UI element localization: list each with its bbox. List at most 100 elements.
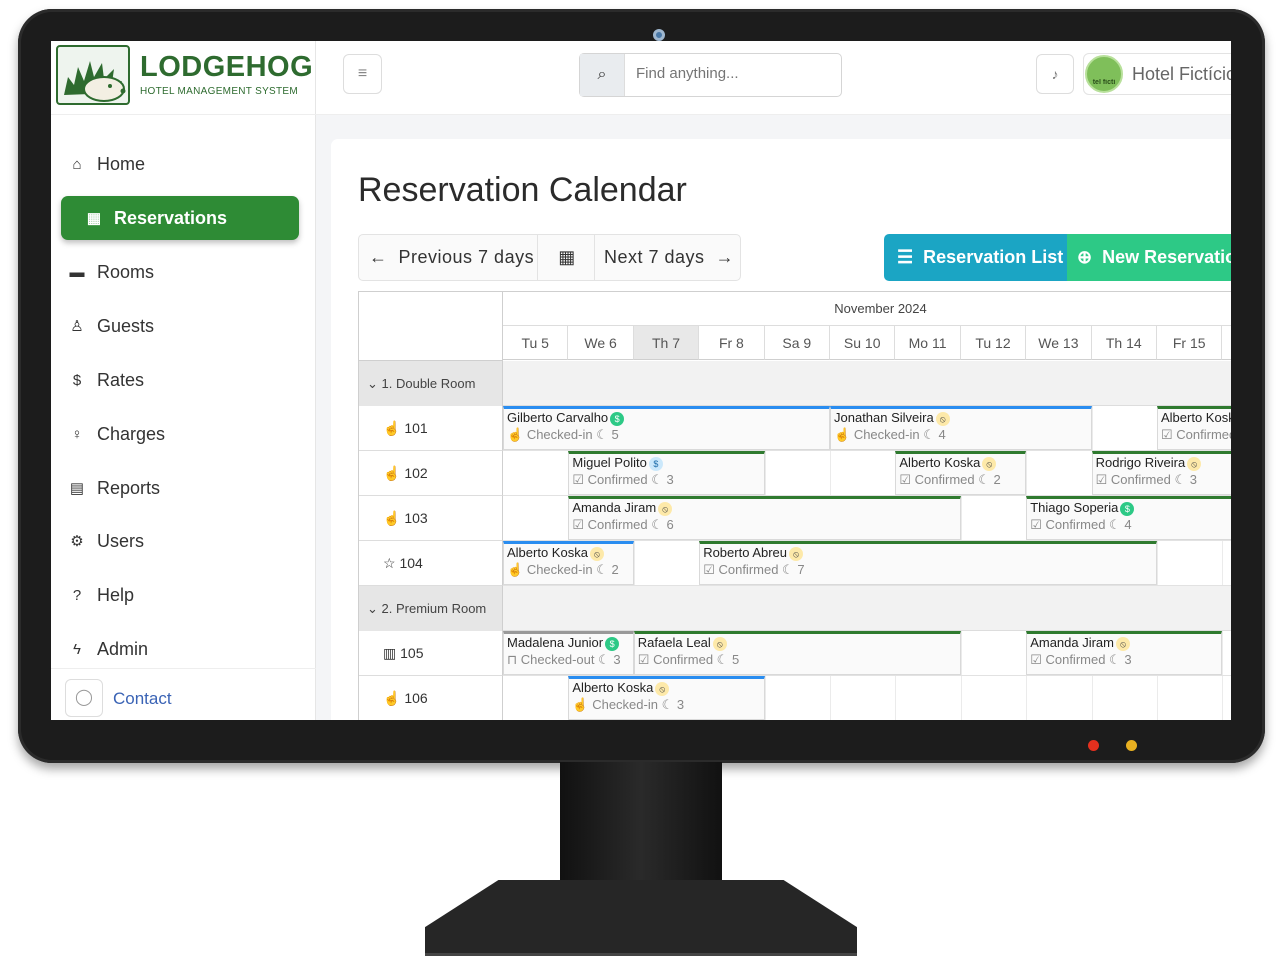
reservation-status: ☑ Confirmed ☾ 2 [899,472,1022,488]
sidebar-item-reservations[interactable]: ▦ Reservations [61,196,299,240]
reservation-block[interactable]: Alberto Koska ⦸ ☝ Checked-in ☾ 3 [568,676,765,720]
guest-name: Rodrigo Riveira [1095,455,1186,470]
guest-name: Jonathan Silveira [834,410,934,425]
day-header[interactable]: We 6 [568,326,634,360]
guest-name: Amanda Jiram [1030,635,1114,650]
search-input[interactable] [636,65,831,82]
new-reservation-button[interactable]: ⊕ New Reservation [1067,234,1231,281]
bed-icon: ▬ [69,263,85,281]
sidebar-item-help[interactable]: ? Help [61,573,299,617]
gear-icon: ⚙ [70,533,84,550]
room-number: 104 [399,555,423,571]
search-icon[interactable]: ⌕ [580,54,625,96]
sidebar-item-label: Reservations [114,207,228,228]
day-header[interactable]: Fr 8 [699,326,765,360]
reservation-block[interactable]: Alberto Koska⦸☑ Confirmed ☾ 2 [1157,406,1231,450]
day-header[interactable]: Tu 12 [960,326,1027,360]
hand-icon: ☝ [572,696,593,712]
sidebar-item-label: Charges [97,423,166,444]
reservation-list-button[interactable]: ☰ Reservation List [884,234,1067,281]
day-header[interactable]: Sa 16 [1222,326,1231,360]
hotel-switcher[interactable]: tel ficti Hotel Fictício [1083,53,1231,95]
reservation-block[interactable]: Gilberto Carvalho $ ☝ Checked-in ☾ 5 [503,406,830,450]
room-label[interactable]: ☝ 103 [359,496,503,541]
day-header[interactable]: Mo 11 [895,326,961,360]
payment-unpaid-icon: ⦸ [935,411,950,426]
room-label[interactable]: ☝ 106 [359,676,503,720]
room-label[interactable]: ☆ 104 [359,541,503,586]
bell-icon[interactable]: ♪ [1036,54,1074,94]
status-text: Confirmed [1045,651,1110,667]
room-label[interactable]: ☝ 102 [359,451,503,496]
reservation-block[interactable]: Roberto Abreu ⦸ ☑ Confirmed ☾ 7 [699,541,1157,585]
reservation-block[interactable]: Rafaela Leal ⦸ ☑ Confirmed ☾ 5 [633,631,961,675]
sidebar-item-charges[interactable]: ♀ Charges [61,412,299,456]
sidebar-item-admin[interactable]: ϟ Admin [61,627,299,671]
contact-link[interactable]: ◯ Contact [51,668,316,720]
nights-count: 4 [938,426,946,442]
guest-name: Alberto Koska [1161,410,1231,425]
hand-icon: ☝ [383,420,405,436]
nights-count: 3 [613,651,621,667]
sidebar-item-rooms[interactable]: ▬ Rooms [61,250,299,294]
sidebar-item-label: Reports [97,477,161,498]
hand-icon: ☝ [383,510,405,526]
guest-name: Alberto Koska [507,545,588,560]
reservation-block[interactable]: Rodrigo Riveira ⦸ ☑ Confirmed ☾ 3 [1091,451,1231,495]
day-header[interactable]: Th 7 [633,326,700,360]
logo[interactable]: LODGEHOG HOTEL MANAGEMENT SYSTEM [51,41,316,115]
room-label[interactable]: ☝ 101 [359,406,503,451]
room-group-row[interactable]: ⌄ 1. Double Room [359,361,1231,406]
reservation-block[interactable]: Amanda Jiram ⦸ ☑ Confirmed ☾ 3 [1026,631,1223,675]
next-7-days-button[interactable]: Next 7 days → [604,235,734,280]
sidebar-item-home[interactable]: ⌂ Home [61,142,299,186]
room-group-label[interactable]: ⌄ 2. Premium Room [359,586,503,631]
status-text: Checked-in [853,426,924,442]
reservation-list-label: Reservation List [923,247,1064,267]
status-text: Checked-out [520,651,599,667]
day-header[interactable]: Sa 9 [764,326,830,360]
hamburger-menu-icon[interactable]: ≡ [343,54,382,94]
chevron-down-icon[interactable]: ⌄ [367,376,382,391]
guest-name: Alberto Koska [899,455,981,470]
payment-unpaid-icon: ⦸ [1116,636,1130,651]
sidebar-item-users[interactable]: ⚙ Users [61,519,299,563]
room-label[interactable]: ▥ 105 [359,631,503,676]
reservation-guest: Madalena Junior $ [507,635,630,651]
reservation-block[interactable]: Amanda Jiram ⦸ ☑ Confirmed ☾ 6 [568,496,961,540]
brand-tagline: HOTEL MANAGEMENT SYSTEM [140,86,299,97]
sidebar: LODGEHOG HOTEL MANAGEMENT SYSTEM ⌂ Home ▦… [51,41,316,720]
room-group-row[interactable]: ⌄ 2. Premium Room [359,586,1231,631]
reservation-block[interactable]: Jonathan Silveira ⦸ ☝ Checked-in ☾ 4 [830,406,1092,450]
sidebar-item-rates[interactable]: $ Rates [61,358,299,402]
day-header[interactable]: Th 14 [1091,326,1157,360]
price-tag-icon: $ [72,371,82,389]
guest-name: Miguel Polito [572,455,647,470]
previous-7-days-button[interactable]: ← Previous 7 days [369,235,534,280]
day-header[interactable]: Fr 15 [1157,326,1223,360]
reservation-block[interactable]: Thiago Soperia $ ☑ Confirmed ☾ 4 [1026,496,1231,540]
hotel-name: Hotel Fictício [1132,64,1231,84]
checkbox-icon: ☑ [572,471,588,487]
reservation-block[interactable]: Miguel Polito $ ☑ Confirmed ☾ 3 [568,451,765,495]
reservation-block[interactable]: Madalena Junior $ ⊓ Checked-out ☾ 3 [503,631,634,675]
day-header[interactable]: We 13 [1026,326,1092,360]
search-box: ⌕ [579,53,842,97]
nights-count: 2 [993,471,1001,487]
chevron-down-icon[interactable]: ⌄ [367,601,382,616]
calendar-picker-icon[interactable]: ▦ [557,235,577,280]
guest-name: Gilberto Carvalho [507,410,609,425]
day-header[interactable]: Su 10 [830,326,896,360]
sidebar-item-guests[interactable]: ♙ Guests [61,304,299,348]
divider [594,235,595,280]
day-header[interactable]: Tu 5 [503,326,569,360]
reservation-guest: Jonathan Silveira ⦸ [834,410,1088,426]
reservation-block[interactable]: Alberto Koska ⦸ ☝ Checked-in ☾ 2 [503,541,634,585]
checkbox-icon: ☑ [703,561,719,577]
reservation-guest: Rafaela Leal ⦸ [638,635,957,651]
sidebar-item-reports[interactable]: ▤ Reports [61,466,299,510]
hedgehog-logo-icon [56,45,130,105]
room-group-label[interactable]: ⌄ 1. Double Room [359,361,503,406]
reservation-block[interactable]: Alberto Koska⦸☑ Confirmed ☾ 2 [895,451,1027,495]
reservation-guest: Rodrigo Riveira ⦸ [1096,455,1231,471]
